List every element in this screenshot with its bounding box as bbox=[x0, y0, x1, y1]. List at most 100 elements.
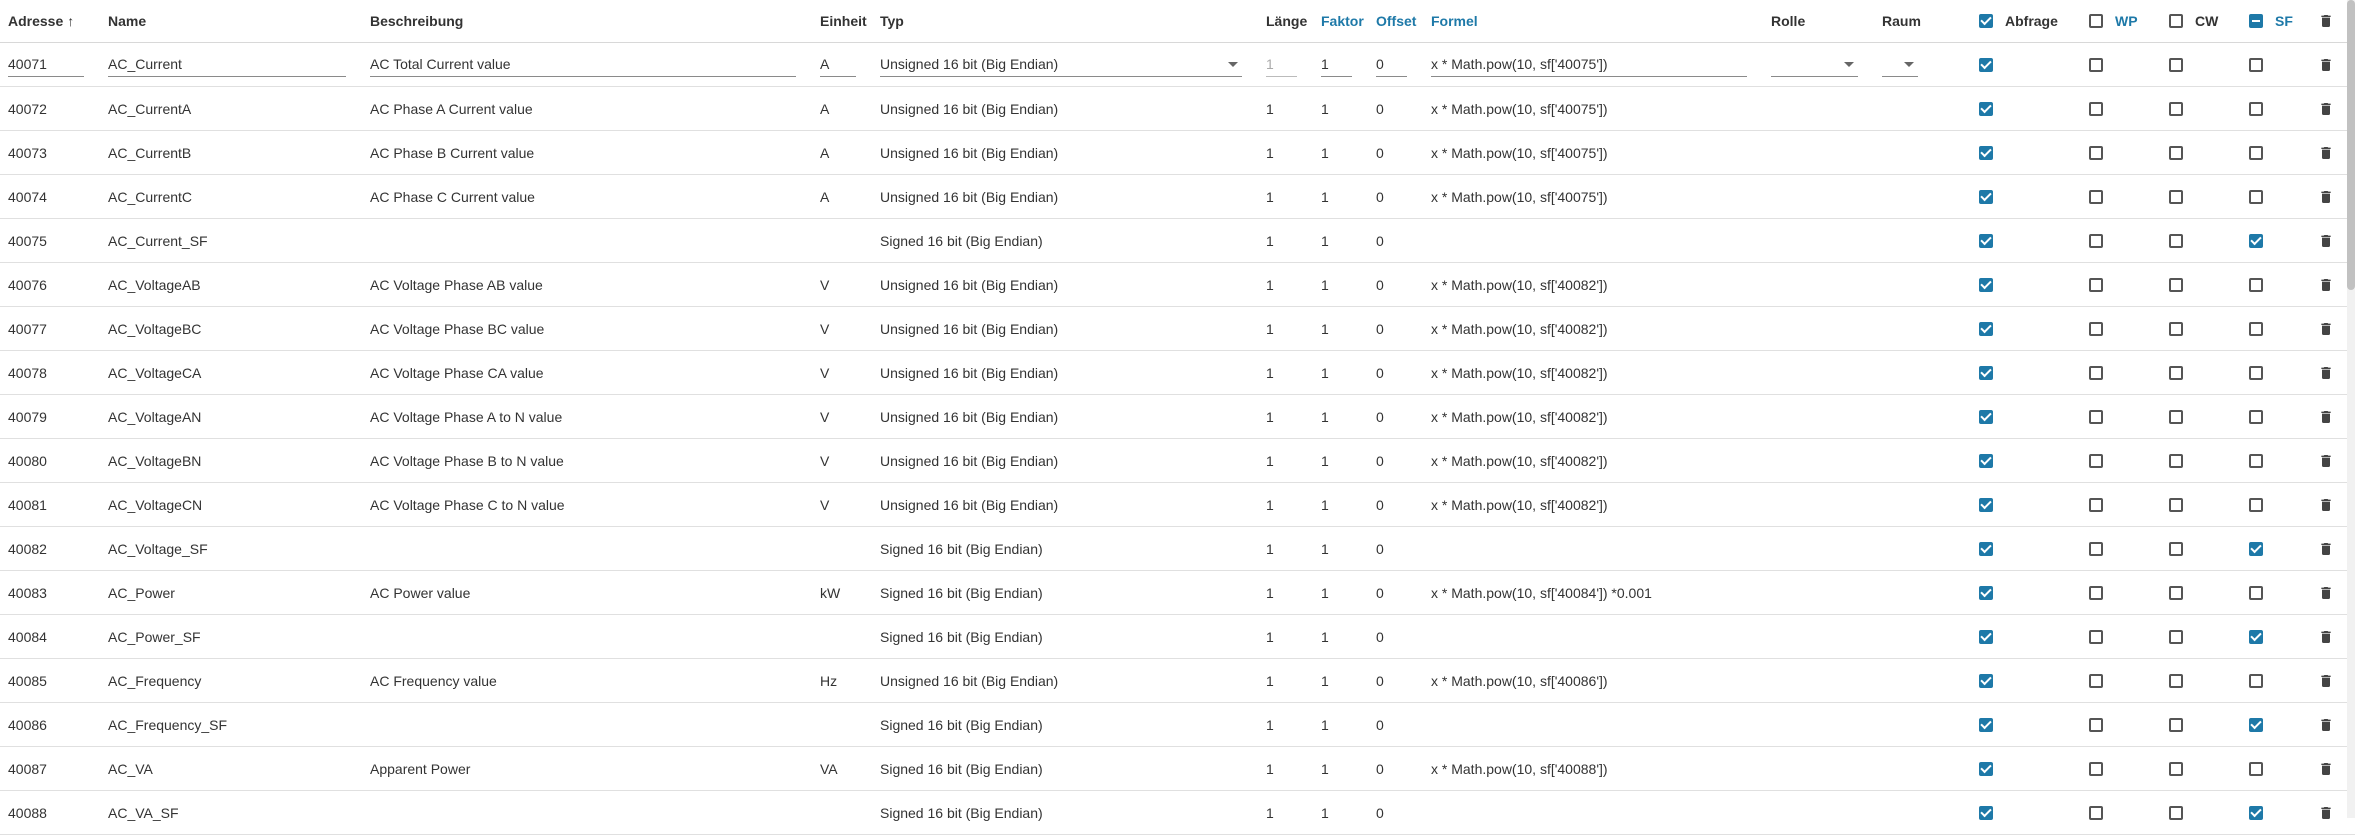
offset[interactable]: 0 bbox=[1368, 131, 1423, 174]
cw-checkbox[interactable] bbox=[2169, 321, 2183, 336]
name-input[interactable]: AC_Current bbox=[108, 53, 346, 77]
sf-checkbox[interactable] bbox=[2249, 145, 2263, 160]
unit[interactable]: A bbox=[812, 87, 872, 130]
factor[interactable]: 1 bbox=[1313, 571, 1368, 614]
room-cell[interactable] bbox=[1874, 571, 1971, 614]
unit[interactable]: VA bbox=[812, 747, 872, 790]
name[interactable]: AC_VoltageBC bbox=[100, 307, 362, 350]
wp-checkbox[interactable] bbox=[2089, 453, 2103, 468]
factor[interactable]: 1 bbox=[1313, 439, 1368, 482]
address[interactable]: 40076 bbox=[0, 263, 100, 306]
unit[interactable] bbox=[812, 527, 872, 570]
type[interactable]: Unsigned 16 bit (Big Endian) bbox=[872, 483, 1258, 526]
room-cell[interactable] bbox=[1874, 395, 1971, 438]
factor[interactable]: 1 bbox=[1313, 747, 1368, 790]
formula-input[interactable]: x * Math.pow(10, sf['40075']) bbox=[1431, 53, 1747, 77]
poll-checkbox[interactable] bbox=[1979, 673, 1993, 688]
unit[interactable]: V bbox=[812, 395, 872, 438]
cw-checkbox[interactable] bbox=[2169, 629, 2183, 644]
type[interactable]: Unsigned 16 bit (Big Endian) bbox=[872, 395, 1258, 438]
unit[interactable]: kW bbox=[812, 571, 872, 614]
offset[interactable]: 0 bbox=[1368, 483, 1423, 526]
wp-checkbox[interactable] bbox=[2089, 101, 2103, 116]
table-row[interactable]: 40081 AC_VoltageCN AC Voltage Phase C to N… bbox=[0, 483, 2355, 527]
type[interactable]: Signed 16 bit (Big Endian) bbox=[872, 747, 1258, 790]
name[interactable]: AC_CurrentB bbox=[100, 131, 362, 174]
room-select[interactable] bbox=[1882, 53, 1918, 77]
cw-checkbox[interactable] bbox=[2169, 761, 2183, 776]
unit[interactable]: A bbox=[812, 131, 872, 174]
type[interactable]: Signed 16 bit (Big Endian) bbox=[872, 615, 1258, 658]
wp-checkbox[interactable] bbox=[2089, 57, 2103, 72]
type[interactable]: Unsigned 16 bit (Big Endian) bbox=[872, 659, 1258, 702]
poll-checkbox[interactable] bbox=[1979, 717, 1993, 732]
role-cell[interactable] bbox=[1763, 219, 1874, 262]
name[interactable]: AC_Frequency_SF bbox=[100, 703, 362, 746]
cw-checkbox[interactable] bbox=[2169, 57, 2183, 72]
formula[interactable]: x * Math.pow(10, sf['40082']) bbox=[1423, 483, 1763, 526]
offset[interactable]: 0 bbox=[1368, 571, 1423, 614]
role-cell[interactable] bbox=[1763, 615, 1874, 658]
scrollbar[interactable] bbox=[2347, 0, 2355, 818]
address[interactable]: 40082 bbox=[0, 527, 100, 570]
table-row[interactable]: 40086 AC_Frequency_SF Signed 16 bit (Big E… bbox=[0, 703, 2355, 747]
table-row[interactable]: 40071 AC_Current AC Total Current value A Un… bbox=[0, 43, 2355, 87]
address[interactable]: 40081 bbox=[0, 483, 100, 526]
type[interactable]: Unsigned 16 bit (Big Endian) bbox=[872, 175, 1258, 218]
room-cell[interactable] bbox=[1874, 791, 1971, 834]
sf-checkbox[interactable] bbox=[2249, 673, 2263, 688]
type[interactable]: Signed 16 bit (Big Endian) bbox=[872, 791, 1258, 834]
wp-checkbox[interactable] bbox=[2089, 673, 2103, 688]
table-row[interactable]: 40087 AC_VA Apparent Power VA Signed 16 bit … bbox=[0, 747, 2355, 791]
sf-checkbox[interactable] bbox=[2249, 497, 2263, 512]
wp-checkbox[interactable] bbox=[2089, 233, 2103, 248]
sf-checkbox[interactable] bbox=[2249, 101, 2263, 116]
trash-icon[interactable] bbox=[2318, 672, 2334, 690]
table-row[interactable]: 40083 AC_Power AC Power value kW Signed 16 b… bbox=[0, 571, 2355, 615]
sf-checkbox[interactable] bbox=[2249, 453, 2263, 468]
role-select[interactable] bbox=[1771, 53, 1858, 77]
trash-icon[interactable] bbox=[2318, 408, 2334, 426]
type[interactable]: Signed 16 bit (Big Endian) bbox=[872, 571, 1258, 614]
poll-checkbox[interactable] bbox=[1979, 585, 1993, 600]
table-row[interactable]: 40076 AC_VoltageAB AC Voltage Phase AB val… bbox=[0, 263, 2355, 307]
room-cell[interactable] bbox=[1874, 659, 1971, 702]
description[interactable] bbox=[362, 791, 812, 834]
trash-icon[interactable] bbox=[2318, 760, 2334, 778]
role-cell[interactable] bbox=[1763, 307, 1874, 350]
unit[interactable]: V bbox=[812, 439, 872, 482]
cw-checkbox[interactable] bbox=[2169, 717, 2183, 732]
unit[interactable]: A bbox=[812, 175, 872, 218]
role-cell[interactable] bbox=[1763, 131, 1874, 174]
table-row[interactable]: 40078 AC_VoltageCA AC Voltage Phase CA val… bbox=[0, 351, 2355, 395]
offset[interactable]: 0 bbox=[1368, 615, 1423, 658]
sf-checkbox[interactable] bbox=[2249, 409, 2263, 424]
wp-checkbox[interactable] bbox=[2089, 409, 2103, 424]
description[interactable]: AC Phase A Current value bbox=[362, 87, 812, 130]
offset-input[interactable]: 0 bbox=[1376, 53, 1407, 77]
trash-icon[interactable] bbox=[2318, 364, 2334, 382]
description[interactable] bbox=[362, 527, 812, 570]
trash-icon[interactable] bbox=[2318, 716, 2334, 734]
trash-icon[interactable] bbox=[2318, 276, 2334, 294]
table-row[interactable]: 40073 AC_CurrentB AC Phase B Current value… bbox=[0, 131, 2355, 175]
role-cell[interactable] bbox=[1763, 527, 1874, 570]
type[interactable]: Unsigned 16 bit (Big Endian) bbox=[872, 307, 1258, 350]
wp-checkbox[interactable] bbox=[2089, 365, 2103, 380]
address[interactable]: 40078 bbox=[0, 351, 100, 394]
cw-checkbox[interactable] bbox=[2169, 409, 2183, 424]
description-input[interactable]: AC Total Current value bbox=[370, 53, 796, 77]
formula[interactable]: x * Math.pow(10, sf['40082']) bbox=[1423, 263, 1763, 306]
wp-checkbox[interactable] bbox=[2089, 497, 2103, 512]
unit[interactable]: Hz bbox=[812, 659, 872, 702]
type[interactable]: Unsigned 16 bit (Big Endian) bbox=[872, 87, 1258, 130]
formula[interactable]: x * Math.pow(10, sf['40084']) *0.001 bbox=[1423, 571, 1763, 614]
offset[interactable]: 0 bbox=[1368, 659, 1423, 702]
sort-arrow-up-icon[interactable]: ↑ bbox=[67, 13, 74, 29]
table-row[interactable]: 40080 AC_VoltageBN AC Voltage Phase B to N… bbox=[0, 439, 2355, 483]
room-cell[interactable] bbox=[1874, 263, 1971, 306]
description[interactable] bbox=[362, 615, 812, 658]
room-cell[interactable] bbox=[1874, 703, 1971, 746]
cw-checkbox[interactable] bbox=[2169, 365, 2183, 380]
address-input[interactable]: 40071 bbox=[8, 53, 84, 77]
